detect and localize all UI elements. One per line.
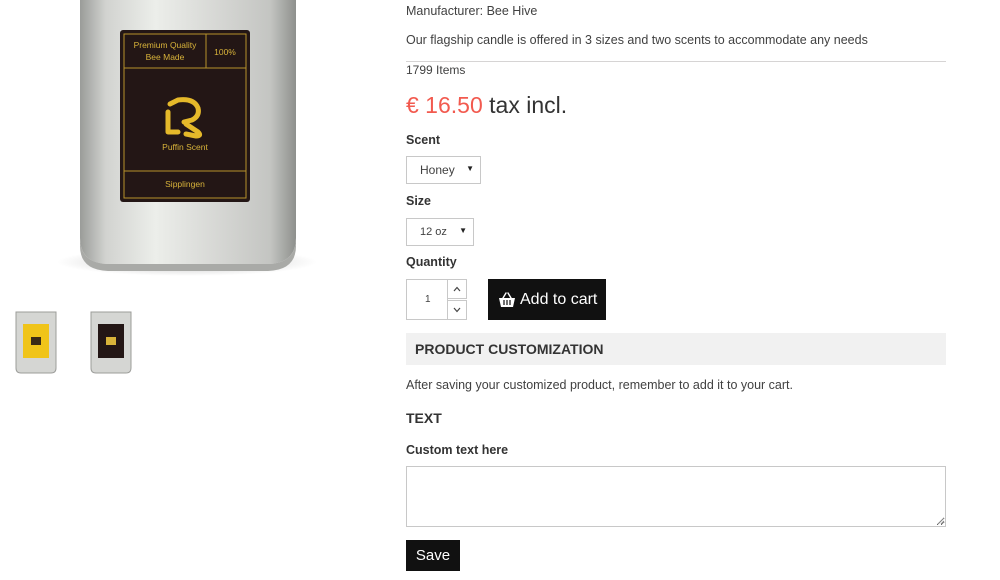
quantity-label: Quantity [406,255,457,269]
thumbnail-dark[interactable] [86,310,136,376]
label-product-name: Puffin Scent [162,142,208,152]
product-description: Our flagship candle is offered in 3 size… [406,33,868,47]
label-quality-line2: Bee Made [146,52,185,62]
text-section-heading: TEXT [406,410,442,426]
tax-label: tax incl. [489,92,568,118]
customization-note: After saving your customized product, re… [406,378,793,392]
custom-text-label: Custom text here [406,443,509,457]
manufacturer-text: Manufacturer: Bee Hive [406,4,538,18]
save-button[interactable]: Save [406,540,460,571]
size-label: Size [406,194,432,208]
resize-grip-icon[interactable] [937,517,945,525]
add-to-cart-button[interactable]: Add to cart [488,279,606,320]
thumbnail-yellow[interactable] [11,310,61,376]
quantity-decrease-button[interactable] [447,300,467,320]
size-selected-value: 12 oz [420,226,447,238]
product-main-image: Premium Quality Bee Made 100% Puffin Sce… [57,0,317,276]
shopping-basket-icon [498,291,516,308]
label-quality-line1: Premium Quality [134,40,198,50]
scent-selected-value: Honey [420,163,455,177]
product-price: € 16.50 [406,92,483,118]
divider [406,61,946,62]
custom-text-field[interactable] [406,466,946,527]
caret-down-icon: ▼ [459,226,467,235]
chevron-up-icon [453,286,461,292]
chevron-down-icon [453,307,461,313]
scent-select[interactable]: Honey ▼ [406,156,481,184]
customization-header: PRODUCT CUSTOMIZATION [406,333,946,365]
quantity-input[interactable]: 1 [406,279,448,320]
size-select[interactable]: 12 oz ▼ [406,218,474,246]
add-to-cart-label: Add to cart [520,290,598,308]
scent-label: Scent [406,133,441,147]
caret-down-icon: ▼ [466,164,474,173]
quantity-increase-button[interactable] [447,279,467,299]
label-percent: 100% [214,47,236,57]
stock-count: 1799 Items [406,63,466,77]
price-row: € 16.50 tax incl. [406,92,567,119]
label-place: Sipplingen [165,179,205,189]
